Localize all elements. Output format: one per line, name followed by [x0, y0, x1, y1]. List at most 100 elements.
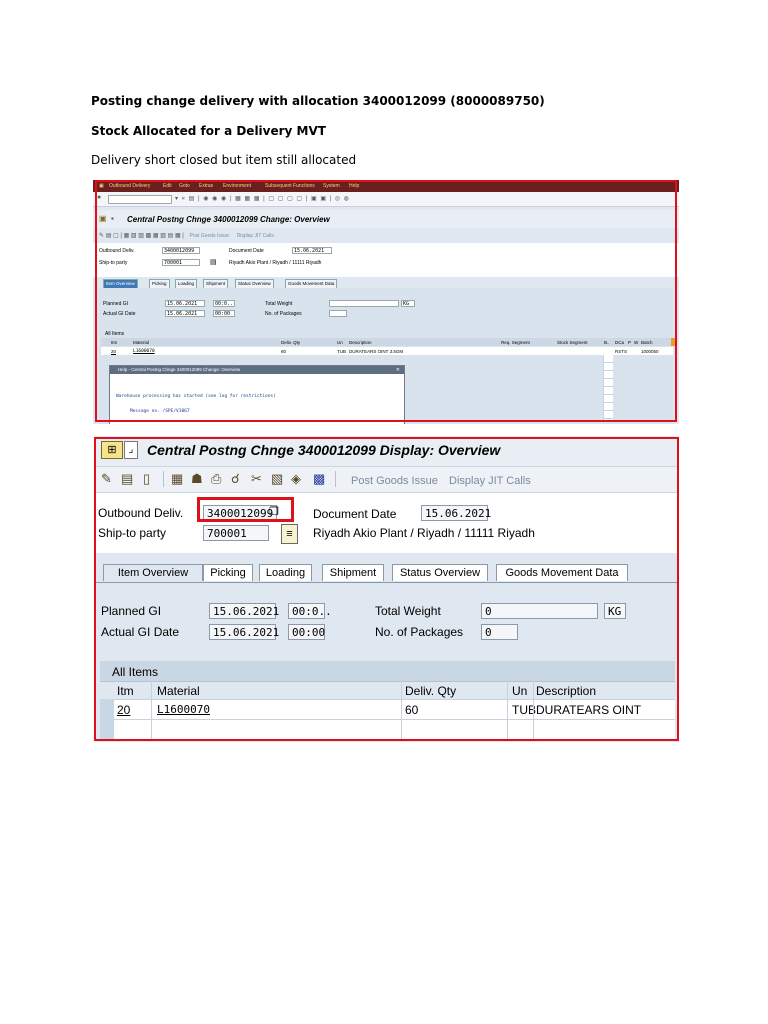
cell-material[interactable]: L1600070: [157, 703, 210, 716]
weight-unit-field[interactable]: KG: [401, 300, 415, 307]
variant-icon[interactable]: ▪: [111, 214, 114, 223]
menu-subsequent-functions[interactable]: Subsequent Functions: [265, 183, 315, 189]
menu-edit[interactable]: Edit: [163, 183, 172, 189]
display-jit-calls-button[interactable]: Display JIT Calls: [237, 233, 274, 239]
copy-icon[interactable]: ▤: [121, 471, 133, 487]
output-icon[interactable]: ☌: [231, 471, 240, 487]
planned-gi-time-field[interactable]: 00:0..: [288, 603, 332, 619]
col-qty[interactable]: Deliv. Qty: [281, 340, 300, 345]
actual-gi-date-field[interactable]: 15.06.2021: [209, 624, 279, 640]
document-date-field[interactable]: 15.06.2021: [421, 505, 491, 521]
row-selector-column[interactable]: [100, 699, 114, 739]
partner-icon[interactable]: ☗: [191, 471, 203, 487]
weight-unit-field[interactable]: KG: [604, 603, 626, 619]
outbound-delivery-field[interactable]: 3400012099: [203, 505, 277, 521]
col-p[interactable]: P: [628, 340, 631, 345]
outbound-delivery-field[interactable]: 3400012099: [162, 247, 200, 254]
delete-icon[interactable]: ▯: [143, 471, 150, 487]
tab-item-overview[interactable]: Item Overview: [103, 564, 203, 581]
planned-gi-time-field[interactable]: 00:0..: [213, 300, 235, 307]
batch-icon[interactable]: ✂: [251, 471, 262, 487]
edit-icon[interactable]: ✎: [101, 471, 112, 487]
menu-environment[interactable]: Environment: [223, 183, 251, 189]
cell-itm[interactable]: 20: [111, 349, 116, 354]
address-icon[interactable]: ▤: [210, 258, 217, 266]
menu-system[interactable]: System: [323, 183, 340, 189]
tab-goods-movement-data[interactable]: Goods Movement Data: [496, 564, 628, 581]
col-itm[interactable]: Itm: [111, 340, 117, 345]
print-icon[interactable]: ⎙: [211, 471, 221, 487]
cell-dca[interactable]: RSTS: [615, 349, 627, 354]
col-description[interactable]: Description: [349, 340, 372, 345]
col-batch[interactable]: Batch: [641, 340, 653, 345]
packing-icon[interactable]: ◈: [291, 471, 301, 487]
post-goods-issue-button[interactable]: Post Goods Issue: [351, 475, 438, 487]
display-change-icon[interactable]: ⊞: [101, 441, 123, 459]
command-field[interactable]: [108, 195, 172, 204]
col-stock-segment[interactable]: Stock Segment: [557, 340, 588, 345]
col-b[interactable]: B..: [604, 340, 610, 345]
texts-icon[interactable]: ▧: [271, 471, 283, 487]
ship-to-party-field[interactable]: 700001: [162, 259, 200, 266]
actual-gi-date-label: Actual GI Date: [103, 311, 136, 317]
tab-shipment[interactable]: Shipment: [322, 564, 384, 581]
post-goods-issue-button[interactable]: Post Goods Issue: [190, 233, 229, 239]
packages-field[interactable]: 0: [481, 624, 518, 640]
ship-to-party-field[interactable]: 700001: [203, 525, 269, 541]
col-un[interactable]: Un: [337, 340, 343, 345]
cell-material[interactable]: L1600070: [133, 349, 155, 354]
col-qty[interactable]: Deliv. Qty: [405, 684, 456, 698]
table-row[interactable]: 20 L1600070 60 TUB DURATEARS OINT 3.5GM …: [101, 347, 673, 355]
application-toolbar: ✎ ▤ ▢ | ▦ ▧ ▨ ▩ ▦ ▧ ▤ ▦ | Post Goods Iss…: [99, 232, 274, 239]
toolbar-separator: [335, 471, 336, 487]
actual-gi-time-field[interactable]: 00:00: [288, 624, 325, 640]
col-dca[interactable]: DCa: [615, 340, 624, 345]
col-material[interactable]: Material: [157, 684, 200, 698]
cell-description[interactable]: DURATEARS OINT 3.5GM: [349, 349, 403, 354]
cell-qty[interactable]: 60: [281, 349, 286, 354]
variant-dropdown-icon[interactable]: ⌟: [124, 441, 138, 459]
grid-icon[interactable]: ▩: [313, 471, 325, 487]
cell-batch[interactable]: 1000050: [641, 349, 659, 354]
total-weight-field[interactable]: [329, 300, 399, 307]
table-row[interactable]: 20 L1600070 60 TUB DURATEARS OINT 3.5GM: [100, 699, 675, 731]
total-weight-field[interactable]: 0: [481, 603, 598, 619]
tab-status-overview[interactable]: Status Overview: [392, 564, 488, 581]
enter-icon[interactable]: ●: [97, 194, 101, 201]
planned-gi-date-field[interactable]: 15.06.2021: [165, 300, 205, 307]
close-icon[interactable]: ✕: [396, 366, 400, 374]
col-description[interactable]: Description: [536, 684, 596, 698]
actual-gi-date-field[interactable]: 15.06.2021: [165, 310, 205, 317]
planned-gi-date-field[interactable]: 15.06.2021: [209, 603, 279, 619]
col-req-segment[interactable]: Req. Segment: [501, 340, 530, 345]
col-itm[interactable]: Itm: [117, 684, 134, 698]
display-jit-calls-button[interactable]: Display JIT Calls: [449, 475, 531, 487]
menu-extras[interactable]: Extras: [199, 183, 213, 189]
cell-itm[interactable]: 20: [117, 703, 130, 717]
col-w[interactable]: W: [634, 340, 638, 345]
ship-to-party-label: Ship-to party: [98, 526, 167, 540]
tab-picking[interactable]: Picking: [203, 564, 253, 581]
menu-outbound-delivery[interactable]: Outbound Delivery: [109, 183, 150, 189]
menu-goto[interactable]: Goto: [179, 183, 190, 189]
copy-field-icon[interactable]: ❐: [269, 505, 279, 518]
table-row-empty[interactable]: [100, 719, 675, 740]
application-toolbar-icons[interactable]: ✎ ▤ ▢ | ▦ ▧ ▨ ▩ ▦ ▧ ▤ ▦ |: [99, 233, 184, 239]
address-icon[interactable]: ≡: [281, 524, 298, 544]
packages-field[interactable]: [329, 310, 347, 317]
standard-toolbar-icons[interactable]: ▾ « ▤ | ◉ ◉ ◉ | ▦ ▦ ▦ | ▢ ▢ ▢ ▢ | ▣ ▣ | …: [175, 195, 350, 202]
grid-settings-icon[interactable]: [671, 338, 677, 346]
cell-un[interactable]: TUB: [337, 349, 346, 354]
col-un[interactable]: Un: [512, 684, 527, 698]
cell-qty[interactable]: 60: [405, 703, 418, 717]
menu-help[interactable]: Help: [349, 183, 359, 189]
display-change-icon[interactable]: ▣: [99, 214, 107, 223]
actual-gi-time-field[interactable]: 00:00: [213, 310, 235, 317]
col-material[interactable]: Material: [133, 340, 149, 345]
actual-gi-date-label: Actual GI Date: [101, 625, 180, 639]
grid-title: All Items: [105, 331, 125, 337]
tab-loading[interactable]: Loading: [259, 564, 312, 581]
sap-menubar: ▣ Outbound Delivery Edit Goto Extras Env…: [93, 180, 679, 192]
document-date-field[interactable]: 15.06.2021: [292, 247, 332, 254]
header-icon[interactable]: ▦: [171, 471, 183, 487]
